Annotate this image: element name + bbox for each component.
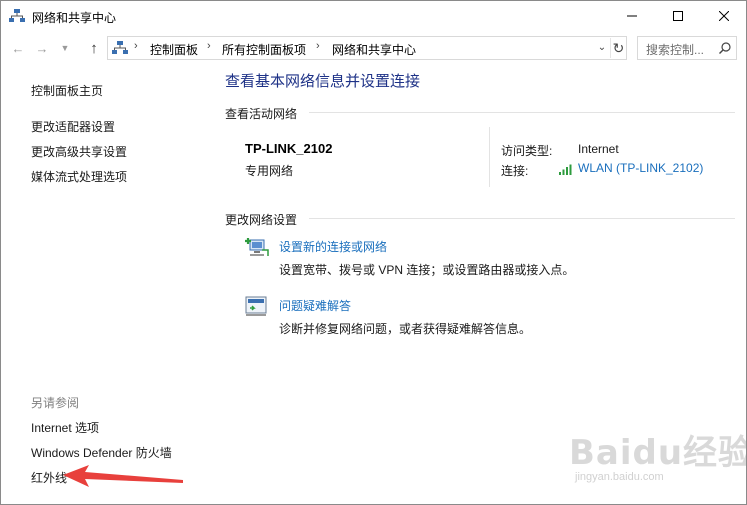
wlan-connection-link[interactable]: WLAN (TP-LINK_2102) [578, 161, 703, 175]
breadcrumb-all-items[interactable]: 所有控制面板项 [222, 41, 306, 58]
media-streaming-options-link[interactable]: 媒体流式处理选项 [31, 168, 127, 185]
refresh-button[interactable]: ↻ [610, 38, 626, 58]
troubleshoot-description: 诊断并修复网络问题，或者获得疑难解答信息。 [279, 322, 532, 336]
breadcrumb-separator-icon[interactable]: › [316, 40, 320, 52]
recent-locations-button[interactable]: ▼ [56, 39, 74, 57]
breadcrumb-network-center[interactable]: 网络和共享中心 [332, 41, 416, 58]
baidu-watermark: Baidu经验 jingyan.baidu.com [561, 421, 746, 496]
title-bar: 网络和共享中心 [1, 1, 746, 31]
minimize-icon [627, 15, 637, 17]
arrow-up-icon: ↑ [90, 39, 98, 57]
up-button[interactable]: ↑ [85, 39, 103, 57]
maximize-icon [673, 11, 683, 21]
window-title: 网络和共享中心 [32, 11, 117, 25]
address-bar[interactable]: › 控制面板 › 所有控制面板项 › 网络和共享中心 ⌄ ↻ [107, 36, 627, 60]
watermark-logo: Baidu经验 [569, 433, 747, 473]
maximize-button[interactable] [655, 1, 701, 31]
search-input[interactable]: 搜索控制... [637, 36, 737, 60]
search-icon[interactable] [718, 41, 732, 55]
page-title: 查看基本网络信息并设置连接 [225, 73, 421, 90]
change-adapter-settings-link[interactable]: 更改适配器设置 [31, 118, 115, 135]
setup-new-connection-description: 设置宽带、拨号或 VPN 连接；或设置路由器或接入点。 [279, 263, 575, 277]
section-divider [309, 112, 735, 113]
arrow-right-icon: → [35, 40, 49, 56]
active-networks-heading: 查看活动网络 [225, 107, 298, 121]
control-panel-icon [112, 41, 128, 54]
network-sharing-center-window: 网络和共享中心 ← → ▼ ↑ › 控制面板 › 所有控制面板项 › 网络和共享… [0, 0, 747, 505]
breadcrumb-separator-icon[interactable]: › [134, 40, 138, 52]
task-pane: 控制面板主页 更改适配器设置 更改高级共享设置 媒体流式处理选项 另请参阅 In… [1, 63, 211, 504]
watermark-url: jingyan.baidu.com [575, 471, 664, 483]
network-app-icon [9, 9, 25, 22]
forward-button[interactable]: → [33, 39, 51, 57]
section-divider [309, 218, 735, 219]
internet-options-link[interactable]: Internet 选项 [31, 419, 99, 436]
see-also-heading: 另请参阅 [31, 396, 80, 410]
close-button[interactable] [701, 1, 746, 31]
wifi-signal-icon [559, 164, 572, 175]
annotation-arrow-icon [63, 465, 183, 487]
setup-new-connection-link[interactable]: 设置新的连接或网络 [279, 238, 387, 255]
control-panel-home-link[interactable]: 控制面板主页 [31, 82, 103, 99]
breadcrumb-control-panel[interactable]: 控制面板 [150, 41, 198, 58]
minimize-button[interactable] [609, 1, 655, 31]
access-type-value: Internet [578, 142, 619, 156]
troubleshoot-problems-link[interactable]: 问题疑难解答 [279, 297, 351, 314]
search-placeholder: 搜索控制... [646, 43, 705, 57]
change-settings-heading: 更改网络设置 [225, 213, 298, 227]
chevron-down-icon: ▼ [60, 43, 70, 53]
network-category: 专用网络 [245, 164, 294, 178]
troubleshoot-icon [245, 296, 267, 316]
refresh-icon: ↻ [612, 40, 625, 56]
network-name: TP-LINK_2102 [245, 141, 333, 156]
change-advanced-sharing-link[interactable]: 更改高级共享设置 [31, 143, 127, 160]
address-history-dropdown[interactable]: ⌄ [595, 39, 609, 57]
navigation-bar: ← → ▼ ↑ › 控制面板 › 所有控制面板项 › 网络和共享中心 ⌄ ↻ 搜… [1, 33, 746, 63]
new-connection-icon [245, 238, 269, 256]
connection-label: 连接: [501, 164, 529, 178]
access-type-label: 访问类型: [501, 144, 553, 158]
back-button[interactable]: ← [9, 39, 27, 57]
windows-defender-firewall-link[interactable]: Windows Defender 防火墙 [31, 444, 172, 461]
arrow-left-icon: ← [11, 40, 25, 56]
breadcrumb-separator-icon[interactable]: › [207, 40, 211, 52]
network-info-divider [489, 127, 490, 187]
close-icon [719, 11, 729, 21]
